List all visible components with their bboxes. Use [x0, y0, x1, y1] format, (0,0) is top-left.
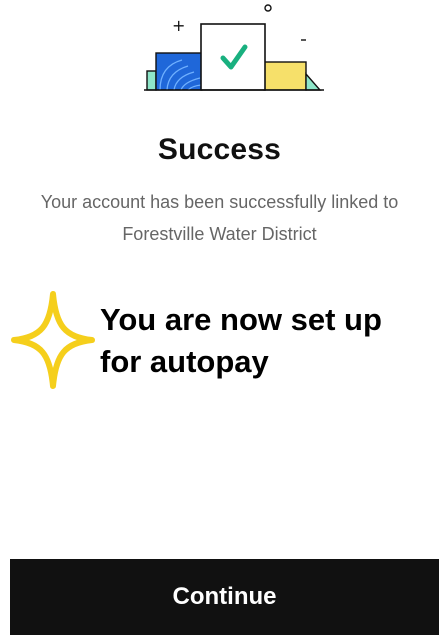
svg-text:+: +	[172, 16, 185, 35]
success-title: Success	[157, 133, 282, 166]
continue-button[interactable]: Continue	[10, 559, 439, 635]
success-screen: + Success Your account has been successf…	[0, 0, 439, 635]
linked-account-success-icon: +	[144, 4, 324, 91]
sparkle-icon	[11, 291, 95, 389]
autopay-annotation: You are now set up for autopay	[100, 302, 382, 379]
success-message: Your account has been successfully linke…	[40, 192, 399, 244]
